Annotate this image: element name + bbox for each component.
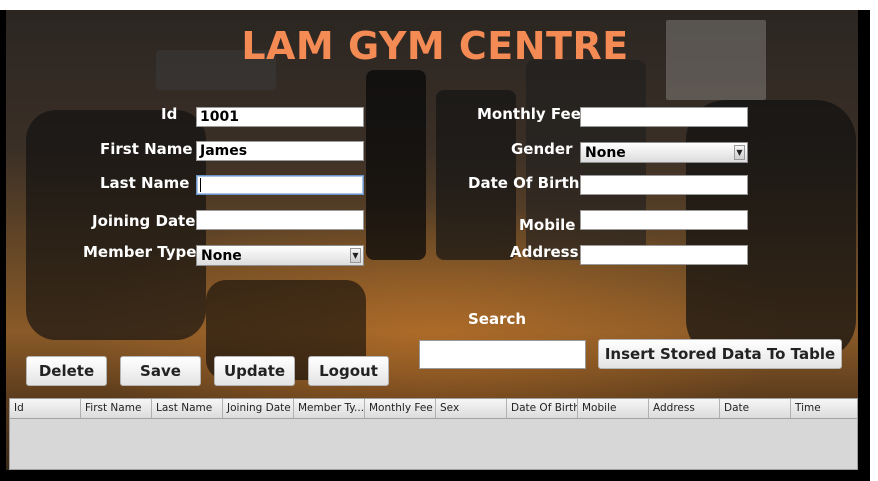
first-name-field[interactable]: James bbox=[196, 141, 364, 161]
gender-value: None bbox=[585, 145, 626, 161]
app-window: LAM GYM CENTRE Id 1001 First Name James … bbox=[0, 10, 870, 481]
save-button[interactable]: Save bbox=[120, 356, 201, 386]
column-header-sex[interactable]: Sex bbox=[436, 399, 507, 418]
column-header-id[interactable]: Id bbox=[10, 399, 81, 418]
column-header-date[interactable]: Date bbox=[720, 399, 791, 418]
members-table[interactable]: Id First Name Last Name Joining Date Mem… bbox=[9, 398, 858, 470]
delete-button[interactable]: Delete bbox=[26, 356, 107, 386]
id-field[interactable]: 1001 bbox=[196, 107, 364, 127]
mobile-field[interactable] bbox=[580, 210, 748, 230]
id-label: Id bbox=[161, 105, 178, 123]
last-name-field[interactable] bbox=[196, 175, 364, 195]
column-header-date-of-birth[interactable]: Date Of Birth bbox=[507, 399, 578, 418]
last-name-label: Last Name bbox=[100, 174, 190, 192]
column-header-address[interactable]: Address bbox=[649, 399, 720, 418]
column-header-joining-date[interactable]: Joining Date bbox=[223, 399, 294, 418]
monthly-fee-field[interactable] bbox=[580, 107, 748, 127]
joining-date-label: Joining Date bbox=[92, 212, 196, 230]
insert-stored-data-button[interactable]: Insert Stored Data To Table bbox=[598, 339, 842, 369]
search-input[interactable] bbox=[419, 340, 586, 369]
chevron-down-icon[interactable]: ▼ bbox=[734, 145, 745, 160]
page-title: LAM GYM CENTRE bbox=[241, 24, 629, 68]
logout-button[interactable]: Logout bbox=[308, 356, 389, 386]
gender-select[interactable]: None ▼ bbox=[580, 142, 748, 163]
text-caret bbox=[200, 178, 201, 192]
column-header-last-name[interactable]: Last Name bbox=[152, 399, 223, 418]
column-header-mobile[interactable]: Mobile bbox=[578, 399, 649, 418]
address-field[interactable] bbox=[580, 245, 748, 265]
search-label: Search bbox=[468, 310, 527, 328]
column-header-member-type[interactable]: Member Ty... bbox=[294, 399, 365, 418]
date-of-birth-label: Date Of Birth bbox=[468, 174, 580, 192]
member-type-select[interactable]: None ▼ bbox=[196, 245, 364, 266]
equipment-shape bbox=[686, 100, 856, 360]
chevron-down-icon[interactable]: ▼ bbox=[350, 248, 361, 263]
update-button[interactable]: Update bbox=[214, 356, 295, 386]
equipment-shape bbox=[366, 70, 426, 260]
member-type-label: Member Type bbox=[83, 243, 197, 261]
joining-date-field[interactable] bbox=[196, 210, 364, 230]
gender-label: Gender bbox=[511, 140, 573, 158]
member-type-value: None bbox=[201, 248, 242, 264]
mobile-label: Mobile bbox=[519, 216, 576, 234]
column-header-first-name[interactable]: First Name bbox=[81, 399, 152, 418]
address-label: Address bbox=[510, 243, 579, 261]
column-header-monthly-fee[interactable]: Monthly Fee bbox=[365, 399, 436, 418]
column-header-time[interactable]: Time bbox=[791, 399, 859, 418]
table-header: Id First Name Last Name Joining Date Mem… bbox=[10, 399, 857, 419]
first-name-label: First Name bbox=[100, 140, 193, 158]
date-of-birth-field[interactable] bbox=[580, 175, 748, 195]
monthly-fee-label: Monthly Fee bbox=[477, 105, 581, 123]
